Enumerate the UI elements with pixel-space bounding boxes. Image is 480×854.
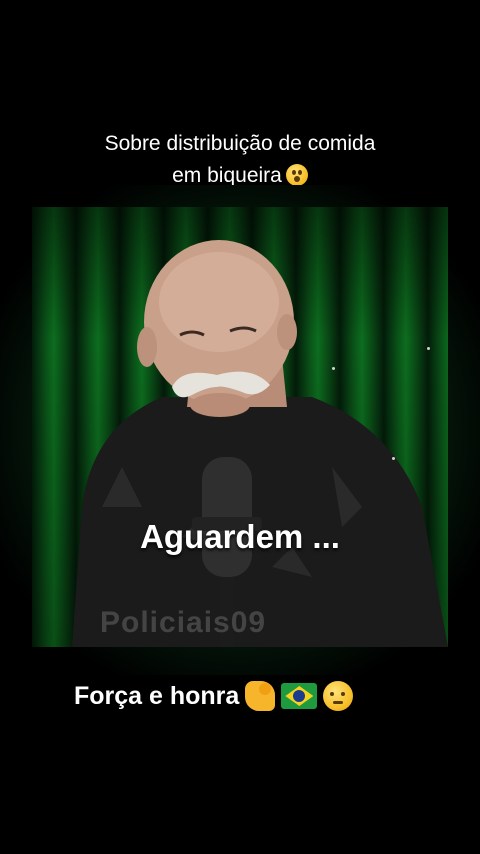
top-caption-line1: Sobre distribuição de comida — [104, 132, 376, 155]
sparkle-decoration — [332, 367, 335, 370]
video-player[interactable] — [32, 207, 448, 647]
video-overlay-text: Aguardem ... — [140, 518, 340, 555]
astonished-face-icon — [285, 164, 308, 186]
sparkle-decoration — [427, 347, 430, 350]
watermark-text: Policiais09 — [100, 606, 267, 639]
saluting-face-icon — [323, 681, 354, 711]
flexed-biceps-icon — [245, 681, 276, 711]
brazil-flag-icon — [281, 683, 318, 709]
top-caption: Sobre distribuição de comida em biqueira — [0, 128, 480, 192]
bottom-caption-text: Força e honra — [74, 682, 240, 710]
bottom-caption: Força e honra — [74, 676, 354, 716]
top-caption-line2: em biqueira — [172, 164, 282, 187]
microphone-icon — [192, 457, 262, 647]
sparkle-decoration — [392, 457, 395, 460]
